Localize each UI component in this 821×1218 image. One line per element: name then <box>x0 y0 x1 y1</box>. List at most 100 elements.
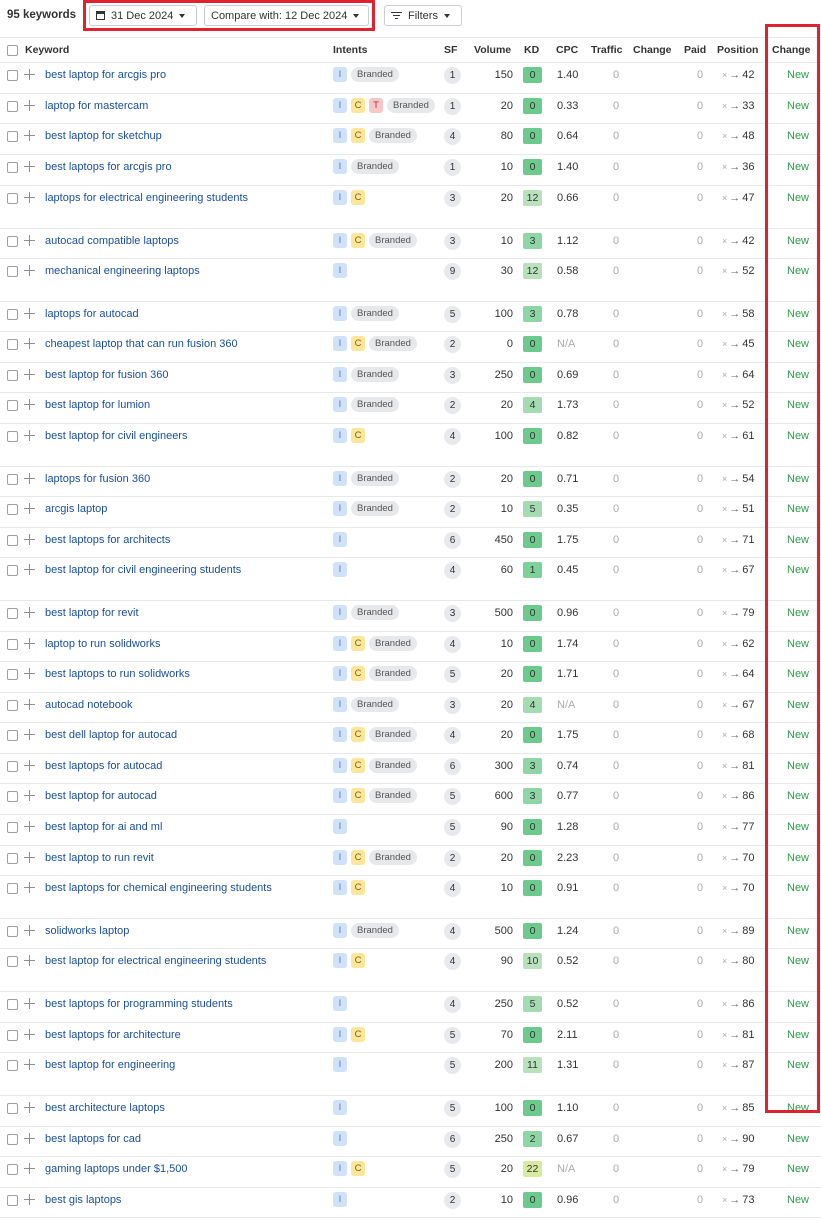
keyword-link[interactable]: autocad notebook <box>45 699 132 711</box>
serp-features-count[interactable]: 6 <box>444 758 461 775</box>
add-keyword-icon[interactable] <box>24 668 35 679</box>
add-keyword-icon[interactable] <box>24 192 35 203</box>
serp-features-count[interactable]: 3 <box>444 605 461 622</box>
row-checkbox[interactable] <box>7 669 18 680</box>
add-keyword-icon[interactable] <box>24 430 35 441</box>
filters-button[interactable]: Filters <box>384 5 462 26</box>
add-keyword-icon[interactable] <box>24 925 35 936</box>
row-checkbox[interactable] <box>7 956 18 967</box>
add-keyword-icon[interactable] <box>24 69 35 80</box>
add-keyword-icon[interactable] <box>24 369 35 380</box>
add-keyword-icon[interactable] <box>24 534 35 545</box>
keyword-link[interactable]: best laptops for arcgis pro <box>45 161 172 173</box>
serp-features-count[interactable]: 5 <box>444 306 461 323</box>
serp-features-count[interactable]: 4 <box>444 953 461 970</box>
add-keyword-icon[interactable] <box>24 100 35 111</box>
row-checkbox[interactable] <box>7 1030 18 1041</box>
row-checkbox[interactable] <box>7 608 18 619</box>
add-keyword-icon[interactable] <box>24 235 35 246</box>
add-keyword-icon[interactable] <box>24 564 35 575</box>
add-keyword-icon[interactable] <box>24 882 35 893</box>
serp-features-count[interactable]: 1 <box>444 98 461 115</box>
keyword-link[interactable]: best laptop for civil engineering studen… <box>45 564 241 576</box>
add-keyword-icon[interactable] <box>24 1102 35 1113</box>
serp-features-count[interactable]: 4 <box>444 636 461 653</box>
add-keyword-icon[interactable] <box>24 607 35 618</box>
add-keyword-icon[interactable] <box>24 503 35 514</box>
keyword-link[interactable]: best laptop for electrical engineering s… <box>45 955 266 967</box>
row-checkbox[interactable] <box>7 339 18 350</box>
serp-features-count[interactable]: 4 <box>444 562 461 579</box>
col-paid[interactable]: Paid <box>684 44 706 56</box>
row-checkbox[interactable] <box>7 883 18 894</box>
serp-features-count[interactable]: 2 <box>444 397 461 414</box>
row-checkbox[interactable] <box>7 1060 18 1071</box>
serp-features-count[interactable]: 5 <box>444 1057 461 1074</box>
col-intents[interactable]: Intents <box>333 44 367 56</box>
row-checkbox[interactable] <box>7 999 18 1010</box>
keyword-link[interactable]: best laptop for fusion 360 <box>45 369 169 381</box>
serp-features-count[interactable]: 3 <box>444 697 461 714</box>
keyword-link[interactable]: best gis laptops <box>45 1194 121 1206</box>
row-checkbox[interactable] <box>7 639 18 650</box>
col-volume[interactable]: Volume <box>474 44 511 56</box>
keyword-link[interactable]: cheapest laptop that can run fusion 360 <box>45 338 238 350</box>
col-kd[interactable]: KD <box>524 44 539 56</box>
row-checkbox[interactable] <box>7 400 18 411</box>
row-checkbox[interactable] <box>7 535 18 546</box>
col-sf[interactable]: SF <box>444 44 457 56</box>
add-keyword-icon[interactable] <box>24 790 35 801</box>
row-checkbox[interactable] <box>7 791 18 802</box>
add-keyword-icon[interactable] <box>24 955 35 966</box>
keyword-link[interactable]: best laptops for chemical engineering st… <box>45 882 272 894</box>
row-checkbox[interactable] <box>7 1103 18 1114</box>
keyword-link[interactable]: arcgis laptop <box>45 503 107 515</box>
serp-features-count[interactable]: 4 <box>444 923 461 940</box>
row-checkbox[interactable] <box>7 1195 18 1206</box>
add-keyword-icon[interactable] <box>24 729 35 740</box>
keyword-link[interactable]: best laptop for autocad <box>45 790 157 802</box>
row-checkbox[interactable] <box>7 266 18 277</box>
serp-features-count[interactable]: 9 <box>444 263 461 280</box>
row-checkbox[interactable] <box>7 1134 18 1145</box>
keyword-link[interactable]: best laptop for lumion <box>45 399 150 411</box>
serp-features-count[interactable]: 3 <box>444 190 461 207</box>
serp-features-count[interactable]: 4 <box>444 880 461 897</box>
add-keyword-icon[interactable] <box>24 130 35 141</box>
keyword-link[interactable]: best laptops for cad <box>45 1133 141 1145</box>
serp-features-count[interactable]: 6 <box>444 1131 461 1148</box>
keyword-link[interactable]: mechanical engineering laptops <box>45 265 200 277</box>
keyword-link[interactable]: best laptops for architecture <box>45 1029 181 1041</box>
col-cpc[interactable]: CPC <box>556 44 578 56</box>
keyword-link[interactable]: best laptop for civil engineers <box>45 430 187 442</box>
keyword-link[interactable]: best laptop for arcgis pro <box>45 69 166 81</box>
row-checkbox[interactable] <box>7 70 18 81</box>
keyword-link[interactable]: laptops for electrical engineering stude… <box>45 192 248 204</box>
col-position[interactable]: Position <box>717 44 758 56</box>
row-checkbox[interactable] <box>7 504 18 515</box>
row-checkbox[interactable] <box>7 370 18 381</box>
select-all-checkbox[interactable] <box>7 45 18 56</box>
row-checkbox[interactable] <box>7 926 18 937</box>
serp-features-count[interactable]: 5 <box>444 1100 461 1117</box>
serp-features-count[interactable]: 3 <box>444 367 461 384</box>
keyword-link[interactable]: solidworks laptop <box>45 925 129 937</box>
row-checkbox[interactable] <box>7 700 18 711</box>
keyword-link[interactable]: best laptops for programming students <box>45 998 233 1010</box>
serp-features-count[interactable]: 5 <box>444 788 461 805</box>
keyword-link[interactable]: laptops for fusion 360 <box>45 473 150 485</box>
keyword-link[interactable]: best architecture laptops <box>45 1102 165 1114</box>
row-checkbox[interactable] <box>7 822 18 833</box>
row-checkbox[interactable] <box>7 474 18 485</box>
add-keyword-icon[interactable] <box>24 399 35 410</box>
add-keyword-icon[interactable] <box>24 1133 35 1144</box>
keyword-link[interactable]: best laptop for revit <box>45 607 139 619</box>
row-checkbox[interactable] <box>7 853 18 864</box>
add-keyword-icon[interactable] <box>24 699 35 710</box>
serp-features-count[interactable]: 5 <box>444 819 461 836</box>
keyword-link[interactable]: best dell laptop for autocad <box>45 729 177 741</box>
serp-features-count[interactable]: 1 <box>444 67 461 84</box>
row-checkbox[interactable] <box>7 101 18 112</box>
add-keyword-icon[interactable] <box>24 852 35 863</box>
add-keyword-icon[interactable] <box>24 1194 35 1205</box>
